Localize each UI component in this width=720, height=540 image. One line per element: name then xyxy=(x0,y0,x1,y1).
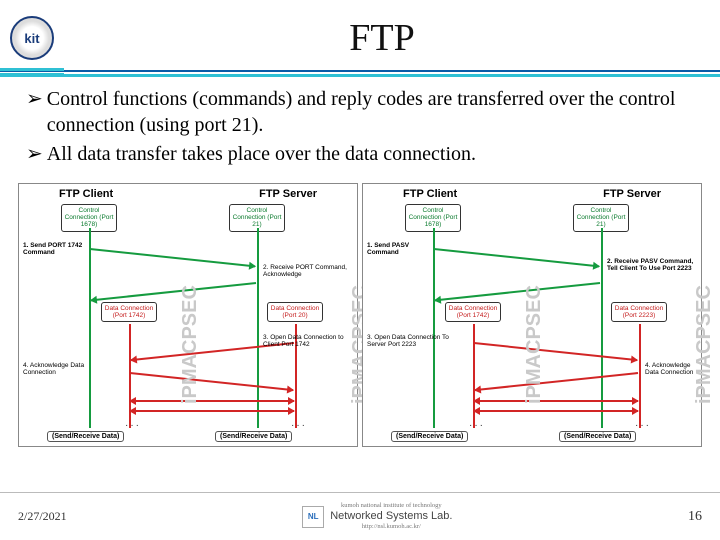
step-2: 2. Receive PORT Command, Acknowledge xyxy=(263,264,349,278)
step-4: 4. Acknowledge Data Connection xyxy=(645,362,701,376)
client-data-box: Data Connection (Port 1742) xyxy=(101,302,157,322)
bullet-text: Control functions (commands) and reply c… xyxy=(47,86,694,139)
sendrecv-right: (Send/Receive Data) xyxy=(215,431,292,442)
slide-footer: 2/27/2021 NL kumoh national institute of… xyxy=(0,492,720,540)
step-3: 3. Open Data Connection To Server Port 2… xyxy=(367,334,451,348)
arrow-pasv-reply xyxy=(435,282,600,301)
client-control-line xyxy=(89,228,91,428)
arrow-data-2 xyxy=(130,410,294,412)
arrow-data-2 xyxy=(474,410,638,412)
client-label: FTP Client xyxy=(403,188,457,200)
logo-text: kit xyxy=(24,31,39,46)
bullet-item: ➢ Control functions (commands) and reply… xyxy=(26,86,694,139)
body-text: ➢ Control functions (commands) and reply… xyxy=(0,72,720,175)
active-ftp-diagram: FTP Client FTP Server Control Connection… xyxy=(18,183,358,447)
ellipsis-icon: ··· xyxy=(125,420,141,431)
watermark: iPMACPSEC xyxy=(179,285,202,404)
footer-date: 2/27/2021 xyxy=(18,509,67,524)
step-1: 1. Send PORT 1742 Command xyxy=(23,242,85,256)
watermark: iPMACPSEC xyxy=(693,285,716,404)
server-data-box: Data Connection (Port 20) xyxy=(267,302,323,322)
bullet-icon: ➢ xyxy=(26,86,43,139)
arrow-pasv-cmd xyxy=(434,248,599,267)
sendrecv-left: (Send/Receive Data) xyxy=(47,431,124,442)
step-3: 3. Open Data Connection to Client Port 1… xyxy=(263,334,349,348)
server-control-line xyxy=(257,228,259,428)
footer-institution: kumoh national institute of technology xyxy=(330,502,452,510)
institution-logo: kit xyxy=(10,16,54,60)
arrow-ack-data xyxy=(475,372,638,391)
sendrecv-left: (Send/Receive Data) xyxy=(391,431,468,442)
page-number: 16 xyxy=(688,509,702,525)
header-underline xyxy=(0,74,720,77)
arrow-port-cmd xyxy=(90,248,255,267)
sendrecv-right: (Send/Receive Data) xyxy=(559,431,636,442)
bullet-icon: ➢ xyxy=(26,141,43,167)
client-label: FTP Client xyxy=(59,188,113,200)
bullet-text: All data transfer takes place over the d… xyxy=(47,141,476,167)
step-4: 4. Acknowledge Data Connection xyxy=(23,362,95,376)
server-label: FTP Server xyxy=(259,188,317,200)
ellipsis-icon: ··· xyxy=(635,420,651,431)
slide-title: FTP xyxy=(54,16,710,60)
bullet-item: ➢ All data transfer takes place over the… xyxy=(26,141,694,167)
footer-url: http://nsl.kumoh.ac.kr/ xyxy=(330,523,452,531)
slide-header: kit FTP xyxy=(0,0,720,72)
server-data-line xyxy=(639,324,641,428)
server-data-box: Data Connection (Port 2223) xyxy=(611,302,667,322)
client-control-line xyxy=(433,228,435,428)
ellipsis-icon: ··· xyxy=(469,420,485,431)
diagram-area: FTP Client FTP Server Control Connection… xyxy=(0,175,720,457)
footer-center: NL kumoh national institute of technolog… xyxy=(302,502,452,531)
arrow-data-1 xyxy=(130,400,294,402)
passive-ftp-diagram: FTP Client FTP Server Control Connection… xyxy=(362,183,702,447)
arrow-ack-data xyxy=(130,372,293,391)
step-2: 2. Receive PASV Command, Tell Client To … xyxy=(607,258,699,272)
arrow-data-1 xyxy=(474,400,638,402)
server-label: FTP Server xyxy=(603,188,661,200)
ellipsis-icon: ··· xyxy=(291,420,307,431)
footer-lab-name: Networked Systems Lab. xyxy=(330,510,452,523)
arrow-port-ack xyxy=(91,282,256,301)
arrow-open-data xyxy=(474,342,637,361)
server-control-line xyxy=(601,228,603,428)
step-1: 1. Send PASV Command xyxy=(367,242,429,256)
lab-logo: NL xyxy=(302,506,324,528)
client-data-box: Data Connection (Port 1742) xyxy=(445,302,501,322)
watermark: iPMACPSEC xyxy=(523,285,546,404)
